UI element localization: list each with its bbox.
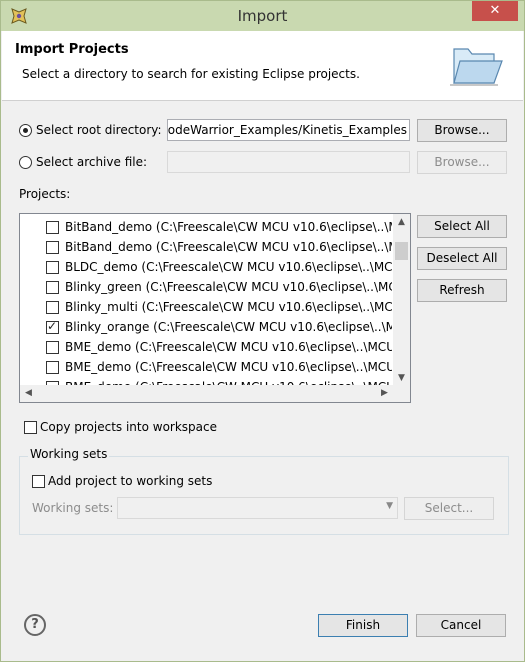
project-label: BitBand_demo (C:\Freescale\CW MCU v10.6\… [65,220,392,234]
scroll-left-arrow-icon[interactable]: ◀ [20,385,37,402]
project-row[interactable]: BLDC_demo (C:\Freescale\CW MCU v10.6\ecl… [20,257,392,277]
project-label: BLDC_demo (C:\Freescale\CW MCU v10.6\ecl… [65,260,392,274]
archive-browse-button[interactable]: Browse... [417,151,507,174]
copy-projects-label: Copy projects into workspace [40,420,218,434]
projects-label: Projects: [19,187,71,201]
project-row[interactable]: Blinky_multi (C:\Freescale\CW MCU v10.6\… [20,297,392,317]
finish-button[interactable]: Finish [318,614,408,637]
project-label: BME_demo (C:\Freescale\CW MCU v10.6\ecli… [65,360,392,374]
project-checkbox[interactable] [46,361,59,374]
chevron-down-icon: ▼ [386,501,393,511]
project-row[interactable]: BME_demo (C:\Freescale\CW MCU v10.6\ecli… [20,357,392,377]
working-sets-group-label: Working sets [28,447,110,461]
title-bar: Import ✕ [1,1,524,31]
help-icon[interactable]: ? [24,614,46,636]
scroll-up-arrow-icon[interactable]: ▲ [393,214,410,230]
working-sets-group [19,456,509,535]
project-checkbox[interactable] [46,301,59,314]
project-row[interactable]: BitBand_demo (C:\Freescale\CW MCU v10.6\… [20,237,392,257]
project-row[interactable]: Blinky_green (C:\Freescale\CW MCU v10.6\… [20,277,392,297]
project-label: BitBand_demo (C:\Freescale\CW MCU v10.6\… [65,240,392,254]
root-browse-button[interactable]: Browse... [417,119,507,142]
scroll-thumb[interactable] [395,242,408,260]
project-checkbox[interactable] [46,221,59,234]
close-button[interactable]: ✕ [472,1,518,21]
scroll-right-arrow-icon[interactable]: ▶ [376,385,393,402]
header-title: Import Projects [15,42,129,57]
working-sets-label: Working sets: [32,501,114,515]
archive-file-input[interactable] [167,151,410,173]
working-sets-select[interactable]: ▼ [117,497,398,519]
copy-projects-checkbox[interactable] [24,421,37,434]
projects-horizontal-scrollbar[interactable]: ◀ ▶ [20,385,410,402]
header-description: Select a directory to search for existin… [22,67,360,81]
projects-vertical-scrollbar[interactable]: ▲ ▼ [393,214,410,386]
projects-list[interactable]: BitBand_demo (C:\Freescale\CW MCU v10.6\… [19,213,411,403]
project-label: Blinky_multi (C:\Freescale\CW MCU v10.6\… [65,300,392,314]
project-checkbox[interactable] [46,261,59,274]
add-to-working-sets-checkbox[interactable] [32,475,45,488]
open-folder-icon [450,48,503,86]
working-sets-select-button[interactable]: Select... [404,497,494,520]
project-row[interactable]: BME_demo (C:\Freescale\CW MCU v10.6\ecli… [20,337,392,357]
deselect-all-button[interactable]: Deselect All [417,247,507,270]
project-checkbox[interactable] [46,241,59,254]
select-root-radio[interactable] [19,124,32,137]
scroll-down-arrow-icon[interactable]: ▼ [393,370,410,386]
project-row[interactable]: BitBand_demo (C:\Freescale\CW MCU v10.6\… [20,217,392,237]
select-all-button[interactable]: Select All [417,215,507,238]
project-label: BME_demo (C:\Freescale\CW MCU v10.6\ecli… [65,340,392,354]
dialog-header: Import Projects Select a directory to se… [2,31,523,101]
project-row[interactable]: Blinky_orange (C:\Freescale\CW MCU v10.6… [20,317,392,337]
project-checkbox[interactable] [46,319,59,334]
select-archive-label: Select archive file: [36,155,148,169]
refresh-button[interactable]: Refresh [417,279,507,302]
cancel-button[interactable]: Cancel [416,614,506,637]
project-checkbox[interactable] [46,281,59,294]
root-directory-input[interactable]: CodeWarrior_Examples/Kinetis_Examples [167,119,410,141]
project-label: Blinky_orange (C:\Freescale\CW MCU v10.6… [65,320,392,334]
project-checkbox[interactable] [46,341,59,354]
select-archive-radio[interactable] [19,156,32,169]
project-label: Blinky_green (C:\Freescale\CW MCU v10.6\… [65,280,392,294]
select-root-label: Select root directory: [36,123,162,137]
projects-rows: BitBand_demo (C:\Freescale\CW MCU v10.6\… [20,214,392,386]
window-title: Import [237,7,288,25]
import-dialog: Import ✕ Import Projects Select a direct… [0,0,525,662]
add-to-working-sets-label: Add project to working sets [48,474,213,488]
